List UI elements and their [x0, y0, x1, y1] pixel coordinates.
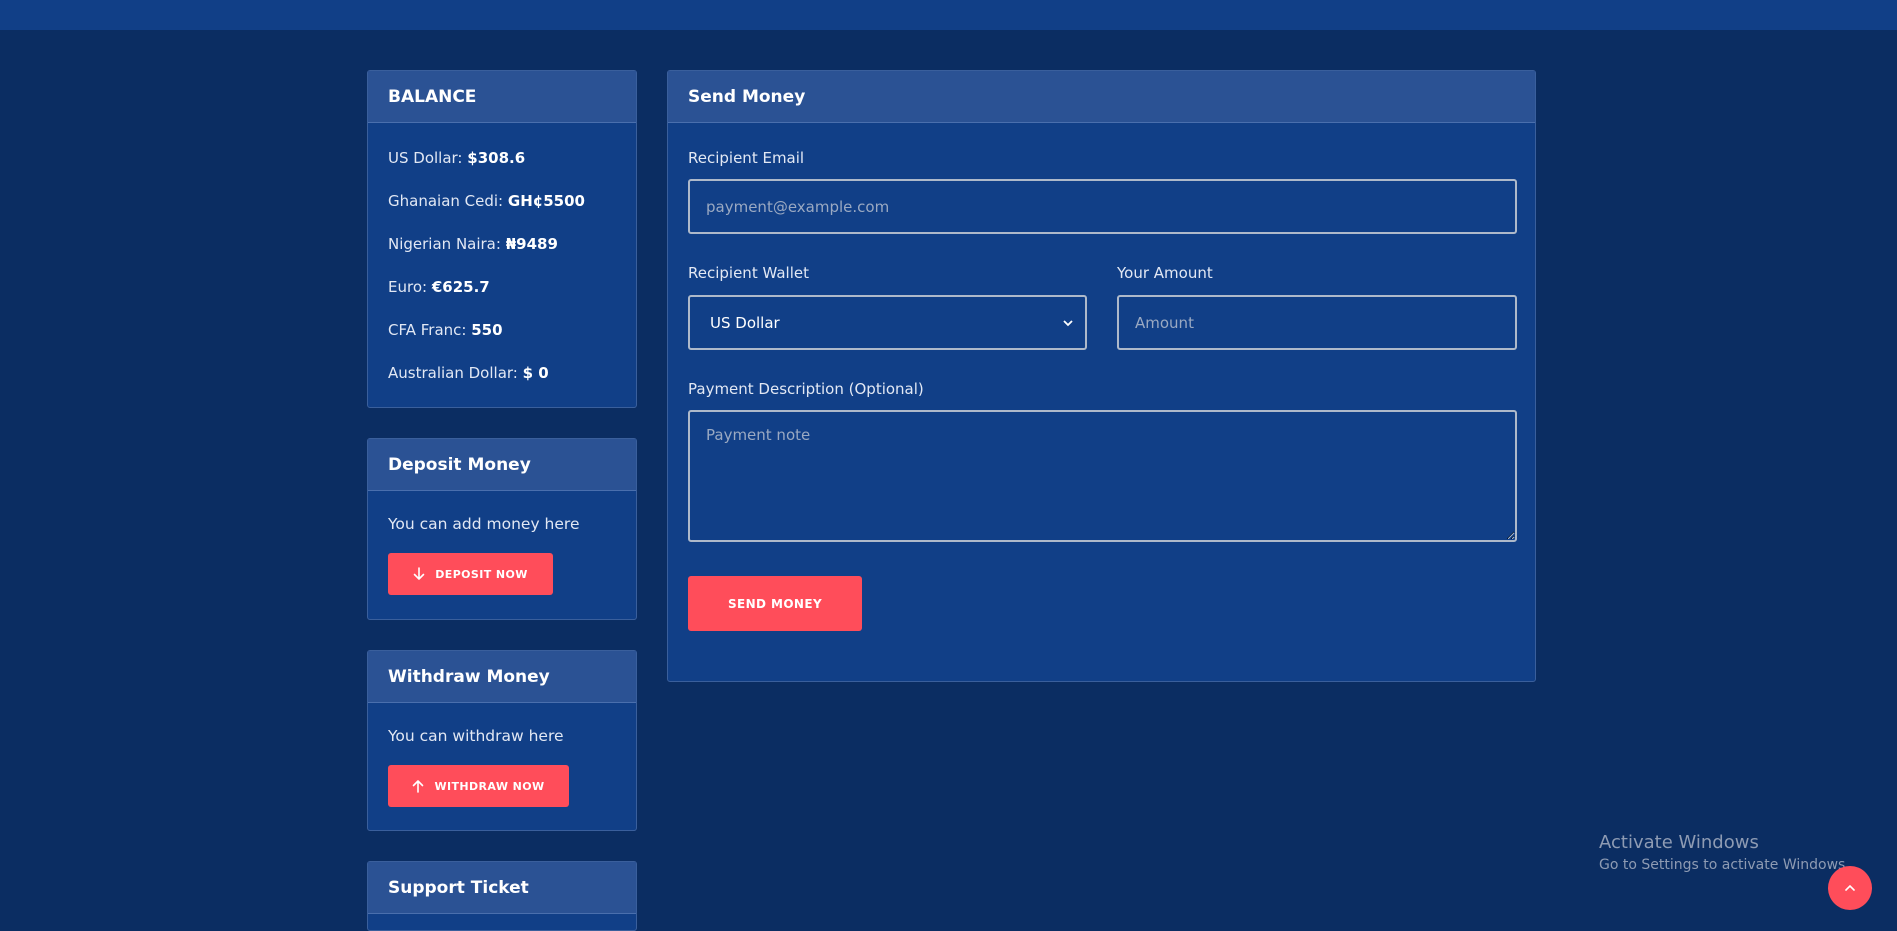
balance-value: ₦9489 [505, 235, 558, 253]
balance-row-usd: US Dollar: $308.6 [388, 147, 616, 190]
balance-label: CFA Franc: [388, 321, 467, 339]
balance-row-aud: Australian Dollar: $ 0 [388, 362, 616, 405]
balance-card: BALANCE US Dollar: $308.6 Ghanaian Cedi:… [367, 70, 637, 408]
balance-row-ghs: Ghanaian Cedi: GH¢5500 [388, 190, 616, 233]
support-ticket-card: Support Ticket [367, 861, 637, 931]
recipient-wallet-select[interactable]: US Dollar [688, 295, 1087, 350]
watermark-title: Activate Windows [1599, 832, 1759, 853]
deposit-now-button[interactable]: DEPOSIT NOW [388, 553, 553, 595]
send-money-label: SEND MONEY [727, 596, 823, 611]
deposit-card: Deposit Money You can add money here DEP… [367, 438, 637, 620]
scroll-to-top-button[interactable] [1828, 866, 1872, 910]
withdraw-now-button[interactable]: WITHDRAW NOW [388, 765, 569, 807]
balance-label: US Dollar: [388, 149, 463, 167]
deposit-now-label: DEPOSIT NOW [435, 567, 528, 581]
balance-list: US Dollar: $308.6 Ghanaian Cedi: GH¢5500… [368, 123, 636, 425]
balance-value: $308.6 [467, 149, 526, 167]
balance-value: 550 [471, 321, 503, 339]
balance-row-eur: Euro: €625.7 [388, 276, 616, 319]
balance-row-xof: CFA Franc: 550 [388, 319, 616, 362]
payment-description-label: Payment Description (Optional) [688, 380, 924, 398]
arrow-down-icon [413, 567, 425, 580]
recipient-email-input[interactable] [688, 179, 1517, 234]
deposit-text: You can add money here [388, 515, 580, 533]
balance-value: GH¢5500 [507, 192, 585, 210]
balance-value: $ 0 [522, 364, 549, 382]
windows-activation-watermark: Activate Windows Go to Settings to activ… [1599, 832, 1850, 873]
deposit-title: Deposit Money [368, 439, 636, 491]
withdraw-now-label: WITHDRAW NOW [434, 779, 545, 793]
send-money-title: Send Money [668, 71, 1535, 123]
balance-label: Euro: [388, 278, 428, 296]
send-money-card: Send Money Recipient Email Recipient Wal… [667, 70, 1536, 682]
withdraw-title: Withdraw Money [368, 651, 636, 703]
balance-label: Australian Dollar: [388, 364, 518, 382]
top-navbar [0, 0, 1897, 30]
recipient-email-label: Recipient Email [688, 149, 805, 167]
chevron-up-icon [1845, 884, 1855, 891]
send-money-button[interactable]: SEND MONEY [688, 576, 862, 631]
recipient-wallet-label: Recipient Wallet [688, 264, 809, 282]
amount-label: Your Amount [1117, 264, 1213, 282]
balance-row-ngn: Nigerian Naira: ₦9489 [388, 233, 616, 276]
balance-value: €625.7 [431, 278, 490, 296]
watermark-subtitle: Go to Settings to activate Windows. [1599, 857, 1850, 873]
amount-input[interactable] [1117, 295, 1517, 350]
withdraw-card: Withdraw Money You can withdraw here WIT… [367, 650, 637, 831]
payment-description-textarea[interactable] [688, 410, 1517, 542]
balance-title: BALANCE [368, 71, 636, 123]
withdraw-text: You can withdraw here [388, 727, 564, 745]
chevron-down-icon [1063, 319, 1073, 326]
balance-label: Nigerian Naira: [388, 235, 501, 253]
balance-label: Ghanaian Cedi: [388, 192, 504, 210]
arrow-up-icon [413, 780, 424, 793]
recipient-wallet-value: US Dollar [710, 313, 780, 332]
support-ticket-title: Support Ticket [368, 862, 636, 914]
